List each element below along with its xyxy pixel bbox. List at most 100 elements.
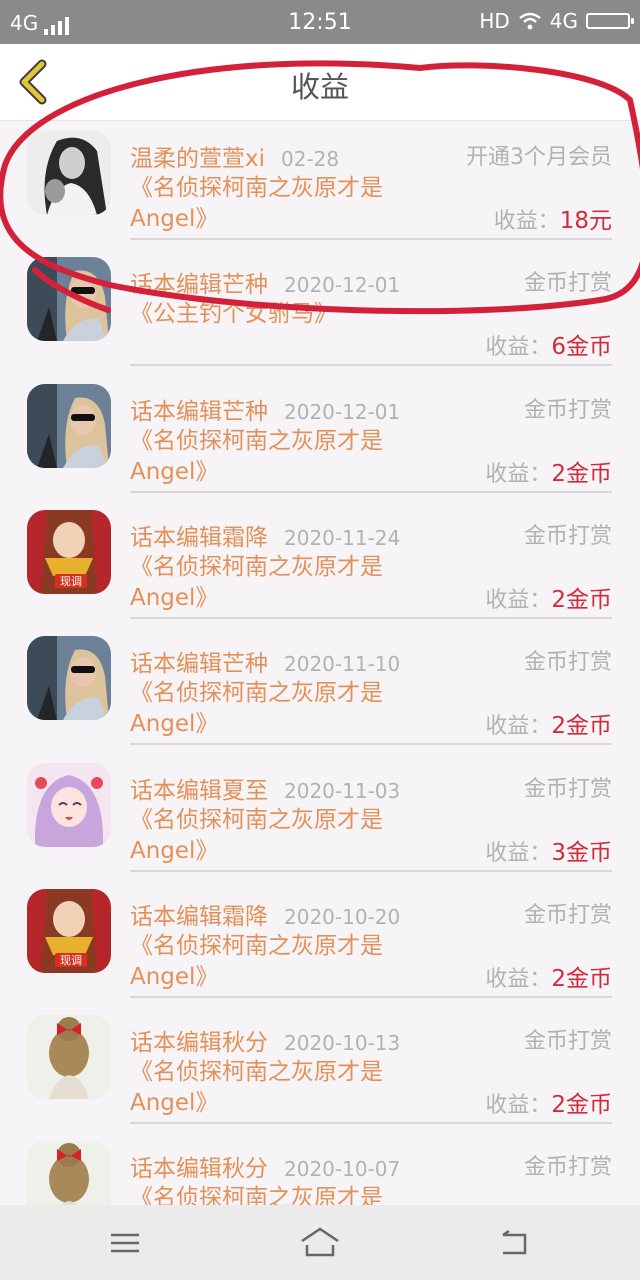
income-list-item[interactable]: 现调 话本编辑霜降 2020-10-20 金币打赏《名侦探柯南之灰原才是 Angel》 收… bbox=[0, 879, 640, 1005]
income-type: 金币打赏 bbox=[523, 1155, 612, 1181]
story-title-line1: 《名侦探柯南之灰原才是 bbox=[130, 427, 383, 454]
story-title-line2: Angel》 bbox=[130, 837, 219, 864]
item-date: 02-28 bbox=[281, 147, 340, 171]
income-amount: 收益：2金币 bbox=[485, 580, 612, 614]
item-date: 2020-11-03 bbox=[284, 778, 401, 803]
sender-name: 温柔的萱萱xi 02-28 bbox=[130, 139, 339, 173]
divider bbox=[130, 995, 612, 998]
income-list: 温柔的萱萱xi 02-28 开通3个月会员 《名侦探柯南之灰原才是 Angel》 收益：1… bbox=[0, 121, 640, 1205]
hd-indicator: HD bbox=[479, 9, 510, 33]
avatar bbox=[27, 1015, 111, 1100]
income-label: 收益： bbox=[493, 209, 560, 234]
story-title-line1: 《名侦探柯南之灰原才是 bbox=[130, 1059, 383, 1086]
sender-name: 话本编辑霜降 2020-11-24 bbox=[130, 518, 400, 552]
network-type-right: 4G bbox=[549, 9, 578, 33]
avatar bbox=[27, 636, 111, 721]
story-title-line2: Angel》 bbox=[130, 206, 219, 232]
income-list-item[interactable]: 话本编辑夏至 2020-11-03 金币打赏 《名侦探柯南之灰原才是 Angel》 收益：… bbox=[0, 753, 640, 879]
avatar: 现调 bbox=[27, 888, 111, 973]
income-list-item[interactable]: 话本编辑秋分2020-10-07金币打赏《名侦探柯南之灰原才是Angel》收益：… bbox=[0, 1131, 640, 1205]
income-amount: 收益：3金币 bbox=[485, 833, 612, 867]
sender-name: 话本编辑夏至 2020-11-03 bbox=[130, 771, 400, 805]
story-title: 《名侦探柯南之灰原才是 Angel》 bbox=[130, 1057, 420, 1119]
income-type: 金币打赏 bbox=[523, 523, 612, 549]
story-title: 《名侦探柯南之灰原才是Angel》 bbox=[130, 931, 420, 993]
divider bbox=[130, 238, 612, 240]
income-type: 开通3个月会员 bbox=[466, 145, 612, 170]
story-title-line1: 《名侦探柯南之灰原才是 bbox=[130, 806, 383, 833]
item-date: 2020-10-13 bbox=[284, 1031, 401, 1056]
battery-icon bbox=[586, 13, 634, 29]
wifi-icon bbox=[519, 12, 541, 30]
story-title-line1: 《名侦探柯南之灰原才是 bbox=[130, 680, 383, 707]
menu-icon[interactable] bbox=[105, 1223, 145, 1263]
story-title: 《名侦探柯南之灰原才是Angel》 bbox=[130, 552, 420, 614]
story-title: 《公主钓个女驸马》 bbox=[130, 299, 420, 330]
story-title: 《名侦探柯南之灰原才是Angel》 bbox=[130, 1183, 420, 1205]
sender-name-text: 话本编辑霜降 bbox=[130, 903, 268, 930]
system-nav-bar bbox=[0, 1205, 640, 1280]
sender-name: 话本编辑芒种 2020-12-01 bbox=[130, 265, 400, 299]
avatar: 现调 bbox=[27, 509, 111, 594]
divider bbox=[130, 743, 612, 746]
item-date: 2020-11-10 bbox=[284, 652, 401, 677]
income-value: 3金币 bbox=[551, 839, 612, 866]
income-amount: 收益：2金币 bbox=[485, 1085, 612, 1119]
status-right: HD 4G bbox=[479, 9, 634, 33]
divider bbox=[130, 364, 612, 367]
income-label: 收益： bbox=[485, 461, 552, 487]
home-icon[interactable] bbox=[298, 1223, 342, 1263]
income-value: 2金币 bbox=[551, 965, 612, 992]
header-bar: 收益 bbox=[0, 44, 640, 121]
income-list-item[interactable]: 话本编辑芒种 2020-12-01 金币打赏《名侦探柯南之灰原才是 Angel》 收益：… bbox=[0, 374, 640, 500]
item-date: 2020-10-07 bbox=[284, 1157, 401, 1182]
income-amount: 收益：2金币 bbox=[485, 706, 612, 740]
sender-name: 话本编辑芒种 2020-12-01 bbox=[130, 392, 400, 426]
income-amount: 收益：2金币 bbox=[485, 454, 612, 488]
avatar bbox=[27, 257, 111, 342]
income-type: 金币打赏 bbox=[523, 1029, 612, 1055]
back-nav-icon[interactable] bbox=[495, 1223, 535, 1263]
story-title-line2: Angel》 bbox=[130, 1090, 219, 1117]
income-value: 18元 bbox=[559, 208, 612, 234]
income-type: 金币打赏 bbox=[523, 397, 612, 423]
sender-name: 话本编辑霜降 2020-10-20 bbox=[130, 897, 400, 931]
income-label: 收益： bbox=[485, 966, 552, 992]
sender-name: 话本编辑秋分 2020-10-13 bbox=[130, 1023, 400, 1057]
income-amount: 收益：6金币 bbox=[485, 327, 612, 361]
story-title-line2: Angel》 bbox=[130, 711, 219, 738]
income-value: 2金币 bbox=[551, 586, 612, 613]
item-date: 2020-12-01 bbox=[284, 273, 401, 298]
avatar bbox=[27, 762, 111, 847]
sender-name-text: 话本编辑秋分 bbox=[130, 1156, 268, 1183]
income-type: 金币打赏 bbox=[523, 271, 612, 297]
avatar bbox=[27, 1141, 111, 1205]
income-list-item[interactable]: 温柔的萱萱xi 02-28 开通3个月会员《名侦探柯南之灰原才是 Angel》 收益：1… bbox=[0, 121, 640, 247]
story-title: 《名侦探柯南之灰原才是 Angel》 bbox=[130, 805, 420, 867]
item-date: 2020-11-24 bbox=[284, 525, 401, 550]
divider bbox=[130, 869, 612, 872]
divider bbox=[130, 1122, 612, 1125]
income-type: 金币打赏 bbox=[523, 902, 612, 928]
sender-name-text: 话本编辑芒种 bbox=[130, 398, 268, 425]
sender-name-text: 话本编辑秋分 bbox=[130, 1030, 268, 1057]
income-list-item[interactable]: 话本编辑秋分 2020-10-13 金币打赏《名侦探柯南之灰原才是 Angel》 收益：… bbox=[0, 1005, 640, 1131]
page-title: 收益 bbox=[290, 70, 349, 104]
story-title-line2: Angel》 bbox=[130, 458, 219, 485]
income-value: 2金币 bbox=[551, 1092, 612, 1119]
sender-name-text: 话本编辑芒种 bbox=[130, 272, 268, 299]
sender-name-text: 话本编辑芒种 bbox=[130, 651, 268, 678]
sender-name-text: 温柔的萱萱xi bbox=[130, 146, 266, 172]
income-list-item[interactable]: 话本编辑芒种 2020-12-01 金币打赏《公主钓个女驸马》收益：6金币 bbox=[0, 247, 640, 373]
income-list-item[interactable]: 现调 话本编辑霜降 2020-11-24 金币打赏 《名侦探柯南之灰原才是 Angel》 收… bbox=[0, 500, 640, 626]
income-list-item[interactable]: 话本编辑芒种 2020-11-10 金币打赏《名侦探柯南之灰原才是 Angel》 收益：… bbox=[0, 626, 640, 752]
divider bbox=[130, 616, 612, 619]
income-label: 收益： bbox=[485, 587, 552, 613]
story-title-line2: Angel》 bbox=[130, 584, 219, 611]
item-date: 2020-10-20 bbox=[284, 904, 401, 929]
story-title: 《名侦探柯南之灰原才是Angel》 bbox=[130, 173, 420, 235]
item-date: 2020-12-01 bbox=[284, 399, 401, 424]
story-title: 《名侦探柯南之灰原才是 Angel》 bbox=[130, 678, 420, 740]
story-title: 《名侦探柯南之灰原才是 Angel》 bbox=[130, 426, 420, 488]
income-type: 金币打赏 bbox=[523, 650, 612, 676]
